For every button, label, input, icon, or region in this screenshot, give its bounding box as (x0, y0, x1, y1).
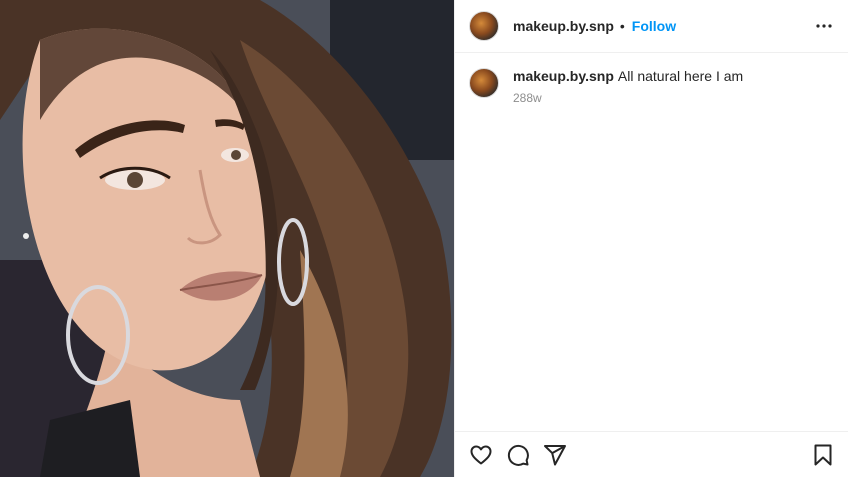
post-timestamp[interactable]: 288w (513, 91, 743, 105)
selfie-illustration (0, 0, 454, 477)
caption-message: All natural here I am (617, 68, 744, 84)
follow-button[interactable]: Follow (632, 18, 676, 34)
bookmark-icon[interactable] (811, 443, 835, 467)
caption-username[interactable]: makeup.by.snp (513, 68, 614, 84)
share-icon[interactable] (543, 443, 567, 467)
header-separator: • (619, 18, 625, 34)
more-horizontal-icon[interactable] (815, 17, 833, 35)
post-header: makeup.by.snp • Follow (455, 0, 848, 53)
action-bar (455, 431, 848, 477)
caption-author-avatar[interactable] (469, 68, 499, 98)
heart-icon[interactable] (469, 443, 493, 467)
comment-icon[interactable] (506, 443, 530, 467)
caption-row: makeup.by.snp All natural here I am 288w (455, 53, 848, 105)
author-username[interactable]: makeup.by.snp (513, 18, 614, 34)
instagram-post: makeup.by.snp • Follow makeup.by.snp All … (0, 0, 848, 477)
post-details-panel: makeup.by.snp • Follow makeup.by.snp All … (454, 0, 848, 477)
post-photo[interactable] (0, 0, 454, 477)
author-avatar[interactable] (469, 11, 499, 41)
caption-text: makeup.by.snp All natural here I am (513, 67, 743, 85)
caption-area: makeup.by.snp All natural here I am 288w (455, 53, 848, 105)
caption-body: makeup.by.snp All natural here I am 288w (513, 67, 743, 105)
